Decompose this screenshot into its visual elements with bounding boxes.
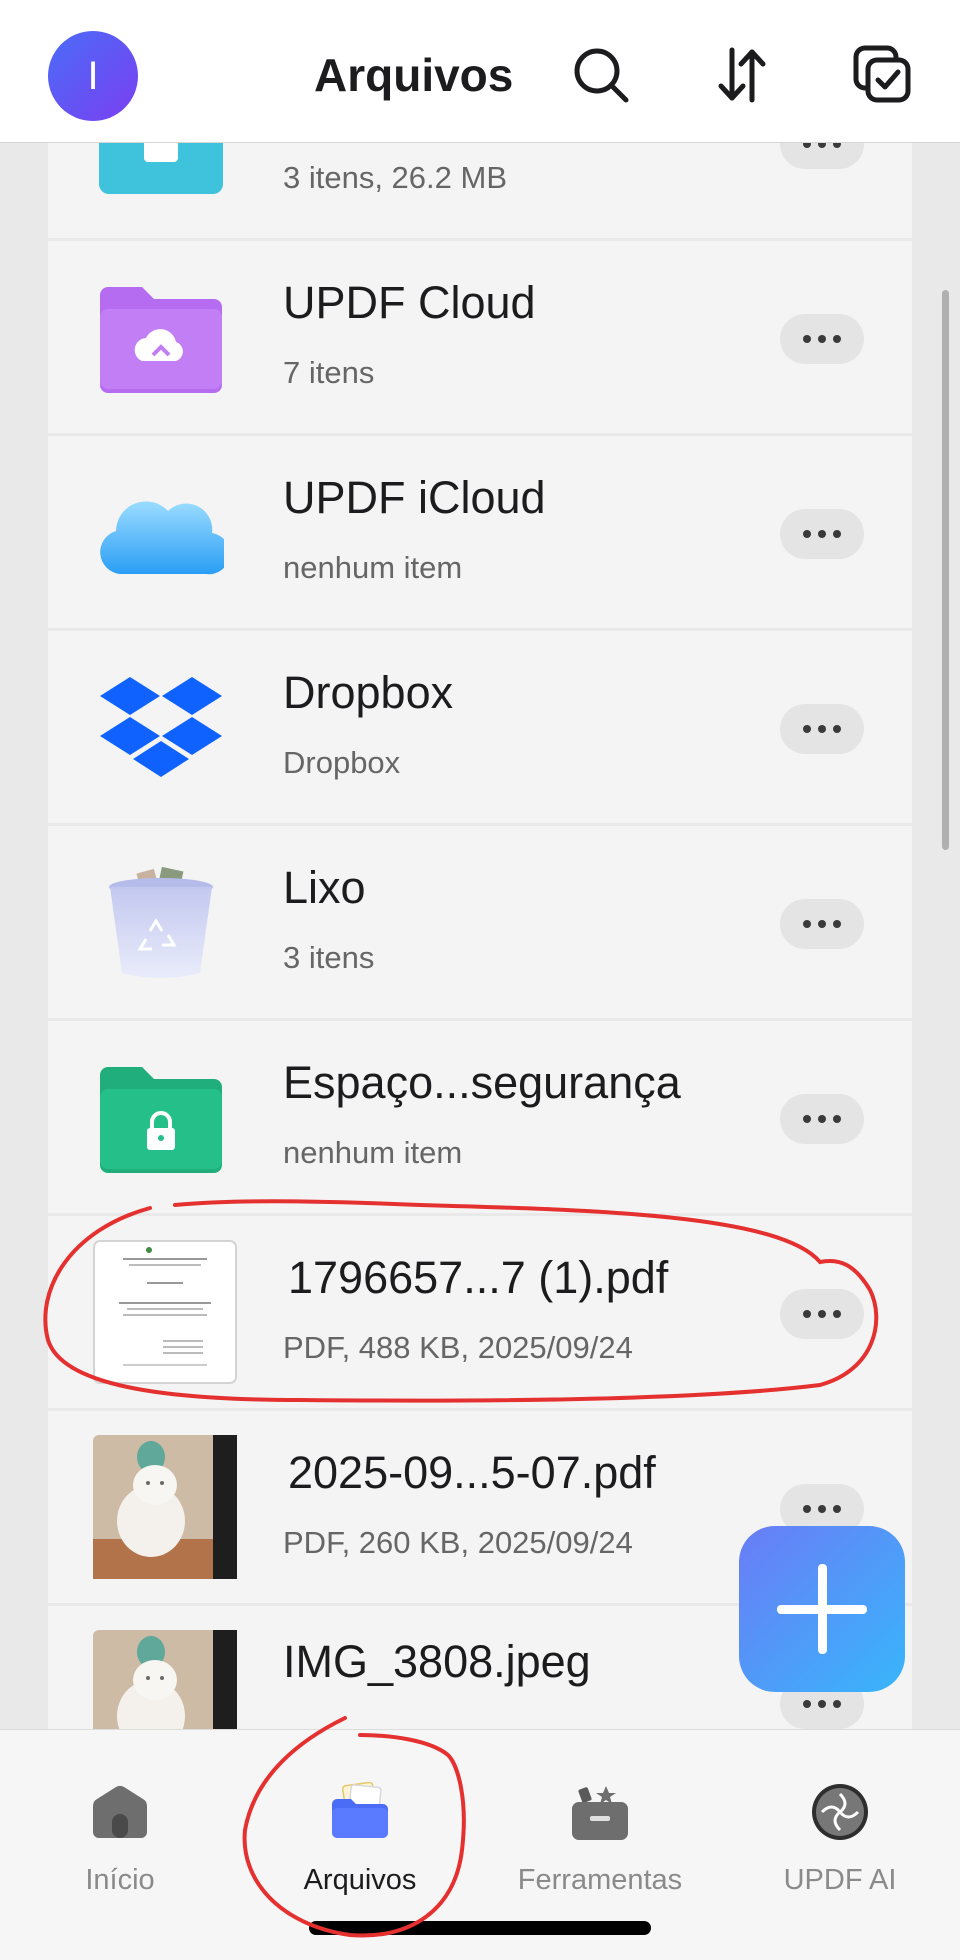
sort-icon[interactable] bbox=[711, 44, 773, 106]
toolbox-icon bbox=[572, 1786, 628, 1840]
list-item[interactable]: Espaço...segurança nenhum item bbox=[48, 1021, 912, 1213]
add-button[interactable] bbox=[739, 1526, 905, 1692]
list-item-name: Lixo bbox=[283, 862, 366, 913]
list-item-subtitle: 7 itens bbox=[283, 355, 375, 390]
list-item-name: IMG_3808.jpeg bbox=[283, 1636, 591, 1687]
list-item-subtitle: nenhum item bbox=[283, 550, 463, 585]
cloud-folder-icon bbox=[100, 287, 222, 393]
tab-label: Início bbox=[85, 1864, 155, 1896]
home-icon bbox=[92, 1785, 148, 1838]
list-item-subtitle: PDF, 488 KB, 2025/09/24 bbox=[283, 1330, 633, 1365]
trash-icon bbox=[109, 866, 213, 978]
file-list: 3 itens, 26.2 MB UPDF Cloud 7 itens UPDF… bbox=[48, 0, 912, 1730]
more-button[interactable] bbox=[780, 899, 864, 949]
cat-photo-thumbnail bbox=[93, 1435, 237, 1579]
secure-folder-icon bbox=[100, 1067, 222, 1173]
dropbox-icon bbox=[100, 677, 222, 777]
tab-ferramentas[interactable]: Ferramentas bbox=[480, 1760, 720, 1900]
tab-updf-ai[interactable]: UPDF AI bbox=[720, 1760, 960, 1900]
tab-label: Ferramentas bbox=[517, 1864, 683, 1896]
more-button[interactable] bbox=[780, 509, 864, 559]
more-button[interactable] bbox=[780, 1094, 864, 1144]
app-header: I Arquivos bbox=[0, 0, 960, 143]
scrollbar[interactable] bbox=[942, 290, 949, 850]
tab-label: UPDF AI bbox=[783, 1864, 897, 1896]
list-item-subtitle: PDF, 260 KB, 2025/09/24 bbox=[283, 1525, 633, 1560]
list-item-name: Espaço...segurança bbox=[283, 1057, 681, 1108]
list-item-name: 2025-09...5-07.pdf bbox=[288, 1447, 656, 1498]
list-item[interactable]: 1796657...7 (1).pdf PDF, 488 KB, 2025/09… bbox=[48, 1216, 912, 1408]
more-button[interactable] bbox=[780, 314, 864, 364]
folder-icon bbox=[332, 1782, 388, 1838]
avatar[interactable]: I bbox=[48, 31, 138, 121]
more-button[interactable] bbox=[780, 704, 864, 754]
list-item-subtitle: Dropbox bbox=[283, 745, 401, 780]
list-item[interactable]: Lixo 3 itens bbox=[48, 826, 912, 1018]
list-item-name: Dropbox bbox=[283, 667, 454, 718]
select-icon[interactable] bbox=[852, 44, 914, 106]
tab-arquivos[interactable]: Arquivos bbox=[240, 1760, 480, 1900]
home-indicator bbox=[309, 1921, 651, 1935]
cat-photo-thumbnail bbox=[93, 1630, 237, 1730]
list-item-subtitle: 3 itens, 26.2 MB bbox=[283, 160, 508, 195]
tab-inicio[interactable]: Início bbox=[0, 1760, 240, 1900]
list-item-subtitle: nenhum item bbox=[283, 1135, 463, 1170]
more-button[interactable] bbox=[780, 1289, 864, 1339]
list-item-name: UPDF iCloud bbox=[283, 472, 546, 523]
list-item-name: UPDF Cloud bbox=[283, 277, 536, 328]
avatar-initial: I bbox=[87, 53, 99, 98]
tab-label: Arquivos bbox=[303, 1864, 417, 1896]
ai-icon bbox=[812, 1784, 868, 1840]
icloud-icon bbox=[100, 501, 224, 575]
list-item-subtitle: 3 itens bbox=[283, 940, 375, 975]
search-icon[interactable] bbox=[570, 44, 632, 106]
list-item-name: 1796657...7 (1).pdf bbox=[288, 1252, 669, 1303]
pdf-document-thumbnail bbox=[93, 1240, 237, 1384]
list-item[interactable]: Dropbox Dropbox bbox=[48, 631, 912, 823]
list-item[interactable]: UPDF iCloud nenhum item bbox=[48, 436, 912, 628]
list-item[interactable]: UPDF Cloud 7 itens bbox=[48, 241, 912, 433]
page-title: Arquivos bbox=[314, 49, 514, 101]
